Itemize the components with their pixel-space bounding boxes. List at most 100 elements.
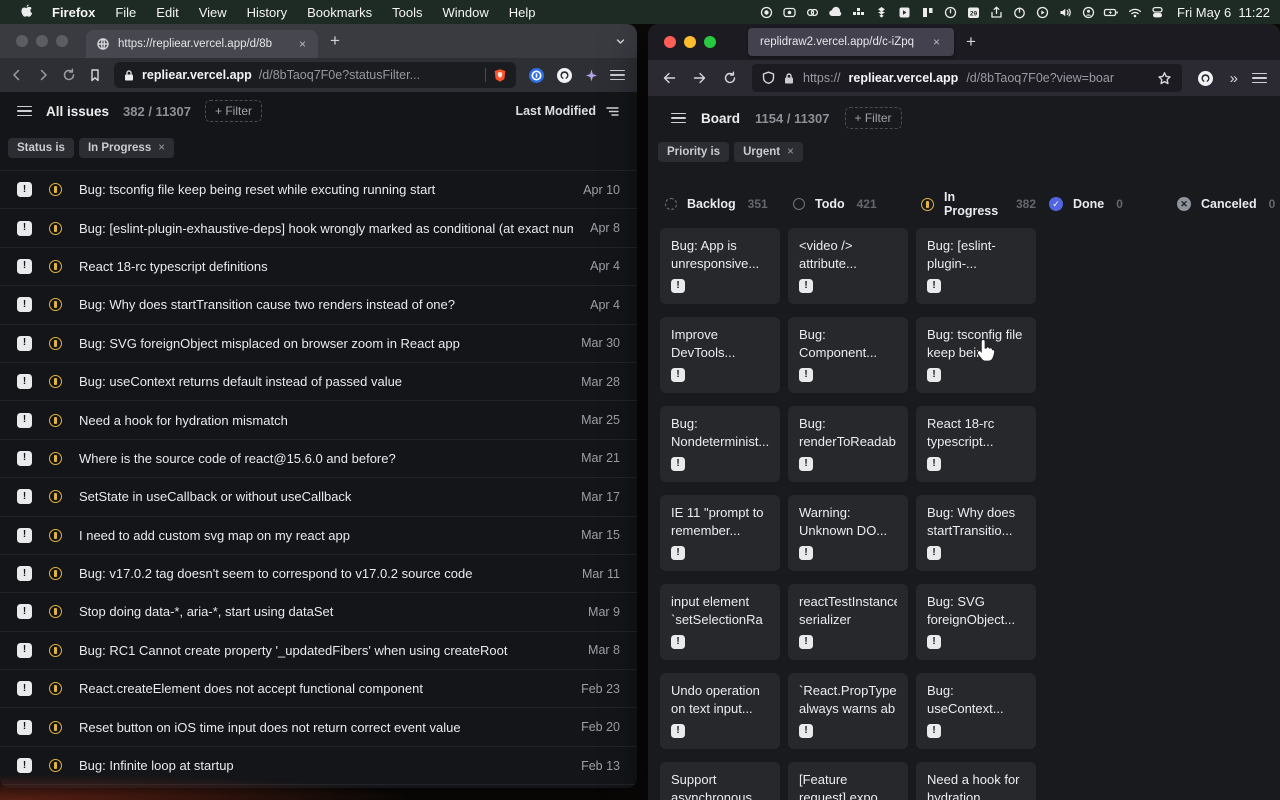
forward-button[interactable] [692,71,708,85]
back-button[interactable] [10,68,24,82]
issue-row[interactable]: Reset button on iOS time input does not … [0,708,637,746]
in-progress-status-icon[interactable] [49,298,62,311]
zoom-window-button[interactable] [56,35,68,47]
issue-row[interactable]: Need a hook for hydration mismatch Mar 2… [0,401,637,439]
cloud-icon[interactable] [824,3,847,21]
urgent-priority-icon[interactable] [671,279,685,293]
in-progress-status-icon[interactable] [49,337,62,350]
remove-filter-icon[interactable]: × [158,142,165,154]
issue-row[interactable]: Bug: Infinite loop at startup Feb 13 [0,747,637,785]
filter-field-chip[interactable]: Status is [8,138,74,158]
menu-item[interactable]: Tools [382,5,432,20]
urgent-priority-icon[interactable] [17,182,32,197]
docker-icon[interactable] [847,3,870,21]
minimize-window-button[interactable] [36,35,48,47]
urgent-priority-icon[interactable] [671,724,685,738]
issue-card[interactable]: Improve DevTools... [660,317,780,393]
close-window-button[interactable] [664,36,676,48]
issue-card[interactable]: Bug: renderToReadab [788,406,908,482]
issue-card[interactable]: React 18-rc typescript... [916,406,1036,482]
urgent-priority-icon[interactable] [927,635,941,649]
urgent-priority-icon[interactable] [17,221,32,236]
github-icon[interactable] [556,67,573,84]
apple-menu-icon[interactable] [10,4,42,20]
issue-row[interactable]: Bug: v17.0.2 tag doesn't seem to corresp… [0,555,637,593]
urgent-priority-icon[interactable] [17,297,32,312]
issue-card[interactable]: `React.PropTypes always warns ab [788,673,908,749]
menu-item[interactable]: History [237,5,297,20]
in-progress-status-icon[interactable] [49,644,62,657]
bookmark-star-icon[interactable] [1157,71,1172,86]
urgent-priority-icon[interactable] [799,279,813,293]
tab-list-chevron-icon[interactable] [614,35,627,48]
in-progress-status-icon[interactable] [49,605,62,618]
issue-card[interactable]: Bug: SVG foreignObject... [916,584,1036,660]
menu-item[interactable]: Edit [146,5,188,20]
in-progress-status-icon[interactable] [49,414,62,427]
filter-value-chip[interactable]: Urgent × [734,142,803,162]
in-progress-status-icon[interactable] [49,567,62,580]
urgent-priority-icon[interactable] [17,259,32,274]
new-tab-button[interactable]: + [954,32,988,52]
issue-row[interactable]: Bug: [eslint-plugin-exhaustive-deps] hoo… [0,209,637,247]
issue-card[interactable]: input element `setSelectionRa [660,584,780,660]
browser-menu-icon[interactable] [610,70,625,81]
menu-item[interactable]: Window [433,5,499,20]
app-menu-icon[interactable] [17,106,32,117]
issue-row[interactable]: Bug: SVG foreignObject misplaced on brow… [0,325,637,363]
menu-item[interactable]: View [189,5,237,20]
issue-card[interactable]: <video /> attribute... [788,228,908,304]
urgent-priority-icon[interactable] [799,457,813,471]
issue-card[interactable]: Bug: Why does startTransitio... [916,495,1036,571]
issue-card[interactable]: Bug: Component... [788,317,908,393]
reload-button[interactable] [62,68,76,82]
link-rings-icon[interactable] [801,3,824,21]
in-progress-status-icon[interactable] [49,452,62,465]
dropbox-icon[interactable] [870,3,893,21]
issue-row[interactable]: Bug: useContext returns default instead … [0,363,637,401]
forward-button[interactable] [36,68,50,82]
left-window-controls[interactable] [10,35,74,47]
urgent-priority-icon[interactable] [17,489,32,504]
urgent-priority-icon[interactable] [799,724,813,738]
battery-icon[interactable] [1100,3,1123,21]
bookmark-icon[interactable] [88,68,102,82]
in-progress-status-icon[interactable] [49,222,62,235]
issue-row[interactable]: [DevTools Bug] Unsupported Bridge operat… [0,785,637,788]
urgent-priority-icon[interactable] [17,336,32,351]
play-circle-icon[interactable] [1031,3,1054,21]
urgent-priority-icon[interactable] [17,758,32,773]
issue-card[interactable]: Bug: useContext... [916,673,1036,749]
urgent-priority-icon[interactable] [17,681,32,696]
in-progress-status-icon[interactable] [49,529,62,542]
upload-box-icon[interactable] [985,3,1008,21]
tracking-shield-icon[interactable] [762,71,775,85]
in-progress-status-icon[interactable] [49,490,62,503]
screen-record-icon[interactable] [778,3,801,21]
urgent-priority-icon[interactable] [17,528,32,543]
issue-row[interactable]: Bug: Why does startTransition cause two … [0,286,637,324]
browser-menu-icon[interactable] [1252,73,1267,84]
browser-tab[interactable]: https://repliear.vercel.app/d/8b × [86,30,318,58]
volume-icon[interactable] [1054,3,1077,21]
issue-card[interactable]: IE 11 "prompt to remember... [660,495,780,571]
issue-card[interactable]: Bug: App is unresponsive... [660,228,780,304]
urgent-priority-icon[interactable] [671,635,685,649]
issue-row[interactable]: React.createElement does not accept func… [0,670,637,708]
new-tab-button[interactable]: + [318,31,352,51]
in-progress-status-icon[interactable] [49,759,62,772]
urgent-priority-icon[interactable] [671,457,685,471]
zoom-window-button[interactable] [704,36,716,48]
tab-close-icon[interactable]: × [931,35,942,49]
menu-item[interactable]: Bookmarks [297,5,382,20]
tab-close-icon[interactable]: × [297,37,308,51]
urgent-priority-icon[interactable] [17,374,32,389]
remove-filter-icon[interactable]: × [787,146,794,158]
urgent-priority-icon[interactable] [927,457,941,471]
issue-row[interactable]: I need to add custom svg map on my react… [0,517,637,555]
urgent-priority-icon[interactable] [927,546,941,560]
issue-card[interactable]: Warning: Unknown DO... [788,495,908,571]
issue-row[interactable]: SetState in useCallback or without useCa… [0,478,637,516]
toolbar-overflow-icon[interactable]: » [1230,70,1236,87]
in-progress-status-icon[interactable] [49,183,62,196]
